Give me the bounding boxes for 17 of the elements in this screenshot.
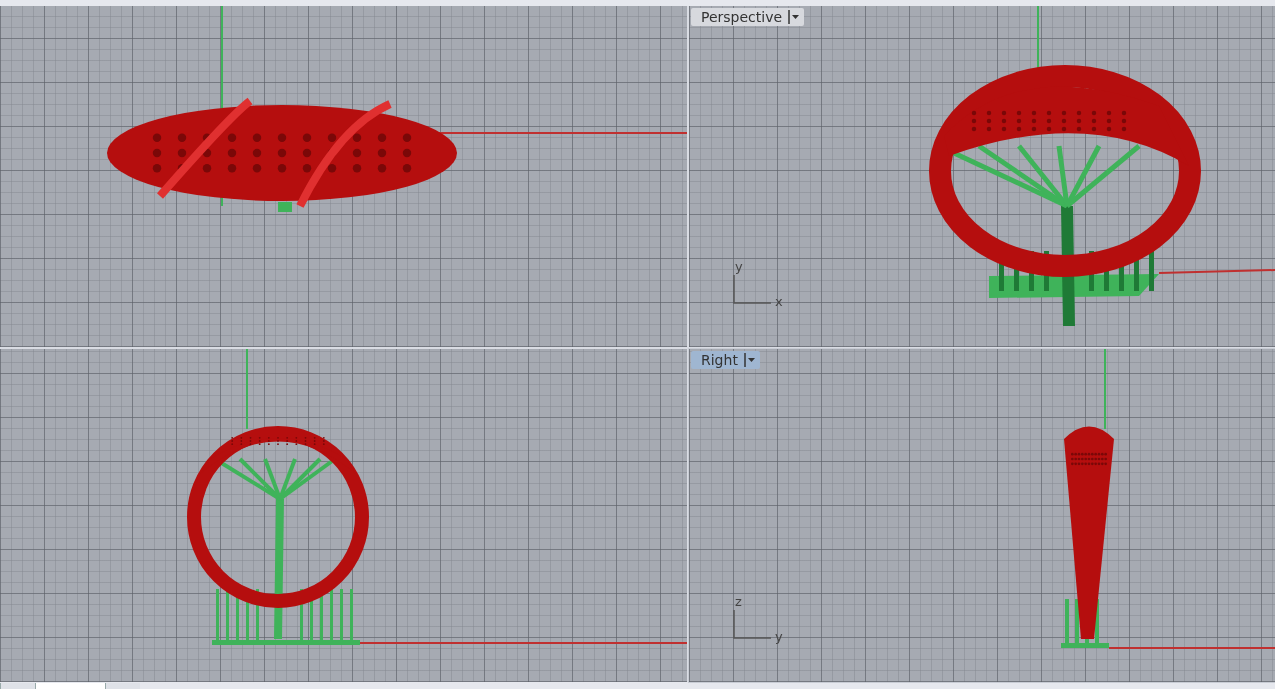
viewport-tab[interactable]: Right (691, 351, 760, 369)
axis-label: x (775, 294, 783, 309)
axis-gizmo-icon (733, 275, 773, 305)
axis-label: z (735, 594, 742, 609)
axis-label: y (735, 259, 743, 274)
axis-gizmo-icon (733, 610, 773, 640)
layout-tab[interactable] (35, 683, 105, 689)
layout-tab[interactable] (0, 683, 35, 689)
viewport[interactable] (0, 349, 687, 682)
viewport[interactable]: Right z y (689, 349, 1275, 682)
viewport-tab[interactable]: Perspective (691, 8, 805, 26)
layout-tab[interactable] (105, 683, 140, 689)
axis-label: y (775, 629, 783, 644)
viewport[interactable]: Perspective y x (689, 6, 1275, 347)
viewport[interactable] (0, 6, 687, 347)
caret-icon (788, 10, 801, 24)
caret-icon (743, 353, 756, 367)
